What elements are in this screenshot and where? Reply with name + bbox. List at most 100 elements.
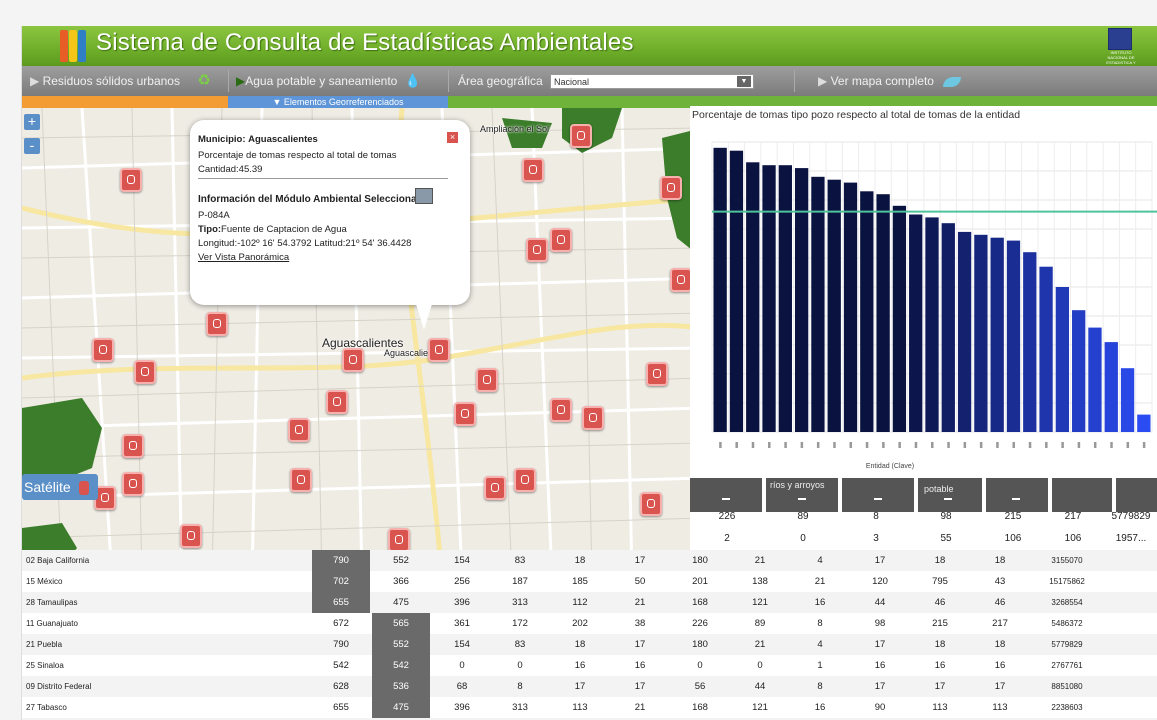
x-tick-mark xyxy=(768,442,771,448)
chart-bar[interactable] xyxy=(1104,342,1118,432)
map-marker[interactable] xyxy=(670,268,692,292)
x-tick-mark xyxy=(865,442,869,448)
map-marker[interactable] xyxy=(570,124,592,148)
table-row[interactable]: 21 Puebla 790 552 154 83 18 17 180 21 4 17 18 18 5779… xyxy=(22,634,1157,657)
table-cell: 17 xyxy=(874,555,886,566)
map-marker[interactable] xyxy=(550,228,572,252)
area-select[interactable]: Nacional ▼ xyxy=(550,74,754,89)
popup-modulo-title: Información del Módulo Ambiental Selecci… xyxy=(198,194,429,205)
chevron-down-icon: ▼ xyxy=(737,76,751,87)
table-cell: 313 xyxy=(512,597,528,608)
x-tick-mark xyxy=(735,442,738,448)
vista-panoramica-link[interactable]: Ver Vista Panorámica xyxy=(198,252,289,263)
chart-bar[interactable] xyxy=(1023,252,1037,432)
chart-bar[interactable] xyxy=(1039,266,1053,432)
map-marker[interactable] xyxy=(326,390,348,414)
chart-bar[interactable] xyxy=(827,179,841,432)
table-cell: 0 xyxy=(800,533,806,544)
table-cell: 702 xyxy=(312,571,370,593)
table-row[interactable]: 09 Distrito Federal 628 536 68 8 17 17 56 44 8 17 1… xyxy=(22,676,1157,699)
map-marker[interactable] xyxy=(428,338,450,362)
map-marker[interactable] xyxy=(522,158,544,182)
map-marker[interactable] xyxy=(92,338,114,362)
chart-bar[interactable] xyxy=(909,214,923,433)
x-tick-mark xyxy=(800,442,804,448)
table-row[interactable]: 25 Sinaloa 542 542 0 0 16 16 0 0 1 16 16 16 2767761 xyxy=(22,655,1157,678)
chart-bar[interactable] xyxy=(1055,287,1070,432)
table-cell: 313 xyxy=(512,702,528,713)
zoom-in-button[interactable]: + xyxy=(24,114,40,130)
table-row[interactable]: 02 Baja California 790 552 154 83 18 17 180 21 4 1… xyxy=(22,550,1157,573)
chart-bar[interactable] xyxy=(957,231,972,432)
chart-bar[interactable] xyxy=(1137,414,1151,432)
table-cell: 2238603 xyxy=(1051,703,1083,712)
map-marker[interactable] xyxy=(646,362,668,386)
table-cell: 187 xyxy=(512,576,528,587)
chart-bar[interactable] xyxy=(974,234,988,432)
chart-bar[interactable] xyxy=(843,182,858,432)
map-marker[interactable] xyxy=(206,312,228,336)
table-cell: 475 xyxy=(393,597,409,608)
nav-residuos[interactable]: ▶ Residuos sólidos urbanos ♻ xyxy=(30,66,211,96)
popup-tipo-value: Fuente de Captacion de Agua xyxy=(221,224,347,235)
water-drop-icon: 💧 xyxy=(404,73,421,88)
popup-municipio: Municipio: Aguascalientes xyxy=(198,134,318,145)
table-row[interactable]: 28 Tamaulipas 655 475 396 313 112 21 168 121 16 44… xyxy=(22,592,1157,615)
chart-bar[interactable] xyxy=(729,150,744,432)
chart-bar[interactable] xyxy=(1072,310,1086,432)
table-row[interactable]: 11 Guanajuato 672 565 361 172 202 38 226 89 8 98 21… xyxy=(22,613,1157,636)
module-thumbnail-icon[interactable] xyxy=(415,188,433,204)
table-cell: 4 xyxy=(817,555,823,566)
table-cell: 5486372 xyxy=(1051,619,1083,628)
chart-bar[interactable] xyxy=(990,237,1004,432)
chart-bar[interactable] xyxy=(762,165,776,432)
map-marker[interactable] xyxy=(476,368,498,392)
map-marker[interactable] xyxy=(134,360,156,384)
close-icon[interactable]: × xyxy=(447,132,458,143)
table-cell: 21 xyxy=(634,702,646,713)
table-row[interactable]: 15 México 702 366 256 187 185 50 201 138 21 120 795… xyxy=(22,571,1157,594)
elementos-georreferenciados-tab[interactable]: ▼ Elementos Georreferenciados xyxy=(228,96,448,108)
table-cell: 18 xyxy=(934,639,946,650)
chart-bar[interactable] xyxy=(746,162,760,433)
chart-bar[interactable] xyxy=(876,194,890,432)
table-cell: 18 xyxy=(574,639,586,650)
table-cell: 90 xyxy=(874,702,886,713)
table-row[interactable]: 27 Tabasco 655 475 396 313 113 21 168 121 16 90 113… xyxy=(22,697,1157,720)
chart-bar[interactable] xyxy=(811,176,825,432)
table-cell: 226 xyxy=(718,511,736,522)
nav-agua[interactable]: ▶Agua potable y saneamiento 💧 xyxy=(236,66,421,96)
table-cell: 5779829 xyxy=(1051,640,1083,649)
chart-bar[interactable] xyxy=(941,223,955,432)
x-tick-mark xyxy=(914,442,918,448)
map-marker[interactable] xyxy=(454,402,476,426)
map-marker[interactable] xyxy=(120,168,142,192)
chart-bar[interactable] xyxy=(1088,327,1102,432)
chart-bar[interactable] xyxy=(892,205,907,432)
map-marker[interactable] xyxy=(660,176,682,200)
chart-bar[interactable] xyxy=(860,191,874,432)
popup-municipio-value: Aguascalientes xyxy=(248,134,318,145)
nav-ver-mapa[interactable]: ▶ Ver mapa completo xyxy=(818,66,962,96)
table-cell: 8 xyxy=(817,681,823,692)
table-cell: 120 xyxy=(872,576,888,587)
chart-bar[interactable] xyxy=(794,168,809,432)
map-marker[interactable] xyxy=(288,418,310,442)
chart-bar[interactable] xyxy=(713,147,727,433)
map-marker[interactable] xyxy=(526,238,548,262)
chart-bar[interactable] xyxy=(1120,368,1135,432)
chart-bar[interactable] xyxy=(1006,240,1021,432)
nav-residuos-label: Residuos sólidos urbanos xyxy=(42,74,180,88)
map-marker[interactable] xyxy=(342,348,364,372)
table-cell: 552 xyxy=(372,634,430,656)
chart-bar[interactable] xyxy=(925,217,939,432)
table-cell: 655 xyxy=(312,592,370,614)
table-cell: 215 xyxy=(1004,511,1022,522)
chart-bar[interactable] xyxy=(778,165,792,432)
x-tick-mark xyxy=(1110,442,1113,448)
map-marker[interactable] xyxy=(582,406,604,430)
map-marker[interactable] xyxy=(122,434,144,458)
zoom-out-button[interactable]: - xyxy=(24,138,40,154)
institution-logo[interactable]: INSTITUTO NACIONAL DE ESTADISTICA Y GEOG… xyxy=(1102,28,1138,70)
map-marker[interactable] xyxy=(550,398,572,422)
